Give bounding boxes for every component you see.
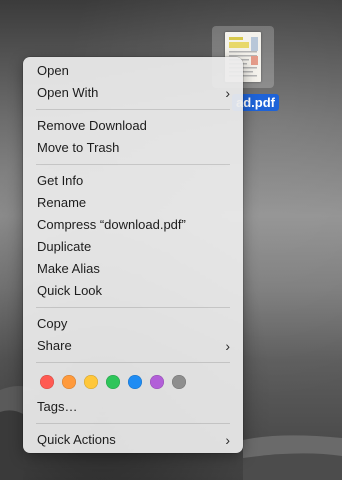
- menu-item-copy[interactable]: Copy: [23, 313, 243, 335]
- menu-item-open[interactable]: Open: [23, 60, 243, 82]
- tag-dot-gray[interactable]: [172, 375, 186, 389]
- menu-item-tags[interactable]: Tags…: [23, 396, 243, 418]
- tag-dot-blue[interactable]: [128, 375, 142, 389]
- menu-item-label: Open: [37, 63, 69, 78]
- chevron-right-icon: ›: [225, 432, 230, 448]
- menu-item-label: Copy: [37, 316, 68, 331]
- menu-item-label: Tags…: [37, 399, 78, 414]
- chevron-right-icon: ›: [225, 85, 230, 101]
- menu-item-label: Compress “download.pdf”: [37, 217, 186, 232]
- menu-item-rename[interactable]: Rename: [23, 192, 243, 214]
- menu-item-duplicate[interactable]: Duplicate: [23, 236, 243, 258]
- menu-separator: [36, 109, 230, 110]
- menu-separator: [36, 423, 230, 424]
- menu-item-label: Quick Actions: [37, 432, 116, 447]
- chevron-right-icon: ›: [225, 338, 230, 354]
- menu-item-label: Open With: [37, 85, 99, 100]
- menu-item-share[interactable]: Share ›: [23, 335, 243, 357]
- menu-item-compress[interactable]: Compress “download.pdf”: [23, 214, 243, 236]
- menu-separator: [36, 164, 230, 165]
- tag-color-row: [23, 368, 243, 396]
- tag-dot-green[interactable]: [106, 375, 120, 389]
- menu-separator: [36, 362, 230, 363]
- menu-item-move-to-trash[interactable]: Move to Trash: [23, 137, 243, 159]
- menu-separator: [36, 307, 230, 308]
- menu-item-label: Quick Look: [37, 283, 103, 298]
- menu-item-label: Rename: [37, 195, 87, 210]
- menu-item-remove-download[interactable]: Remove Download: [23, 115, 243, 137]
- menu-item-open-with[interactable]: Open With ›: [23, 82, 243, 104]
- tag-dot-purple[interactable]: [150, 375, 164, 389]
- menu-item-label: Share: [37, 338, 72, 353]
- tag-dot-red[interactable]: [40, 375, 54, 389]
- menu-item-label: Remove Download: [37, 118, 147, 133]
- menu-item-get-info[interactable]: Get Info: [23, 170, 243, 192]
- menu-item-quick-actions[interactable]: Quick Actions ›: [23, 429, 243, 451]
- context-menu: Open Open With › Remove Download Move to …: [23, 57, 243, 453]
- menu-item-quick-look[interactable]: Quick Look: [23, 280, 243, 302]
- menu-item-label: Move to Trash: [37, 140, 120, 155]
- menu-item-label: Get Info: [37, 173, 84, 188]
- menu-item-make-alias[interactable]: Make Alias: [23, 258, 243, 280]
- tag-dot-yellow[interactable]: [84, 375, 98, 389]
- menu-item-label: Make Alias: [37, 261, 100, 276]
- menu-item-label: Duplicate: [37, 239, 92, 254]
- tag-dot-orange[interactable]: [62, 375, 76, 389]
